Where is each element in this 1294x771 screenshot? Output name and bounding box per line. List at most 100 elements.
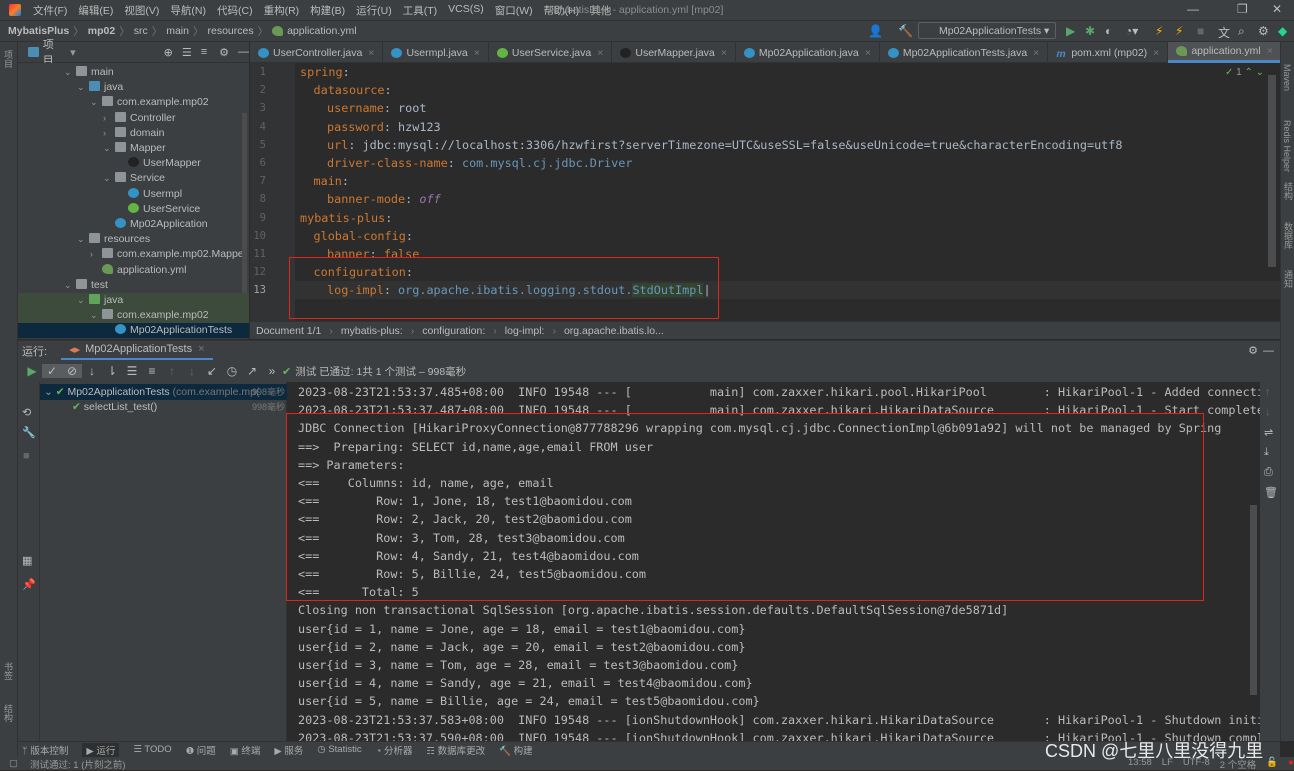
tree-item[interactable]: › com.example.mp02.Mapper	[18, 247, 249, 262]
close-tab-icon[interactable]: ×	[597, 47, 603, 59]
locate-icon[interactable]: ⊕	[164, 46, 173, 59]
run-configuration-select[interactable]: Mp02ApplicationTests ▾	[918, 22, 1056, 39]
code-line[interactable]: spring:	[300, 63, 350, 81]
console-scrollbar[interactable]	[1250, 505, 1257, 695]
translate-icon[interactable]: 文	[1218, 24, 1230, 41]
stop-icon[interactable]: ■	[23, 450, 30, 462]
tool-window-branch[interactable]: ᛘ 版本控制	[22, 743, 68, 757]
menu-item[interactable]: 重构(R)	[264, 3, 300, 18]
close-icon[interactable]: ✕	[1272, 2, 1282, 16]
chevron-down-icon[interactable]: ⌄	[103, 141, 115, 156]
code-line[interactable]: driver-class-name: com.mysql.cj.jdbc.Dri…	[300, 154, 632, 172]
hot-reload-icon[interactable]: ⚡	[1155, 24, 1163, 38]
test-class-row[interactable]: ⌄ ✔ Mp02ApplicationTests (com.example.mp…	[40, 384, 287, 400]
breadcrumb-item[interactable]: src	[134, 25, 148, 37]
expand-all-icon[interactable]: ☰	[182, 46, 192, 59]
inspection-check-icon[interactable]: ✓ 1 ⌃ ⌄	[1225, 67, 1264, 78]
breadcrumb-item[interactable]: configuration:	[422, 325, 485, 337]
chevron-down-icon[interactable]: ▾	[70, 46, 76, 59]
menu-item[interactable]: 运行(U)	[356, 3, 392, 18]
tree-item[interactable]: Mp02Application	[18, 217, 249, 232]
profile-icon[interactable]: ◔▾	[1125, 24, 1138, 38]
right-stripe-tab[interactable]: 数据库	[1282, 222, 1294, 249]
tree-item[interactable]: ⌄ java	[18, 293, 249, 308]
tool-window-services[interactable]: ▶ 服务	[274, 743, 303, 757]
close-tab-icon[interactable]: ×	[865, 47, 871, 59]
tree-item[interactable]: › domain	[18, 126, 249, 141]
close-tab-icon[interactable]: ×	[474, 47, 480, 59]
settings-gear-icon[interactable]: ⚙	[1258, 24, 1269, 38]
show-ignored-icon[interactable]: ⊘	[62, 364, 82, 378]
hide-icon[interactable]: —	[1263, 345, 1274, 357]
test-method-row[interactable]: ✔ selectList_test() 998毫秒	[40, 399, 287, 415]
collapse-all-icon[interactable]: ≡	[201, 46, 207, 58]
tree-item[interactable]: ⌄ Mapper	[18, 141, 249, 156]
close-tab-icon[interactable]: ×	[1033, 47, 1039, 59]
tool-window-terminal[interactable]: ▣ 终端	[230, 743, 261, 757]
breadcrumb-item[interactable]: log-impl:	[505, 325, 545, 337]
chevron-down-icon[interactable]: ⌄	[77, 80, 89, 95]
wrench-icon[interactable]: 🔧	[22, 426, 36, 439]
editor-tab[interactable]: m pom.xml (mp02) ×	[1048, 42, 1169, 63]
error-icon[interactable]: ●	[1288, 757, 1294, 771]
down-arrow-icon[interactable]: ↓	[1265, 406, 1271, 418]
hide-icon[interactable]: —	[238, 46, 249, 58]
code-line[interactable]: url: jdbc:mysql://localhost:3306/hzwfirs…	[300, 136, 1122, 154]
export-icon[interactable]: ↗	[242, 364, 262, 378]
tree-item[interactable]: ⌄ java	[18, 80, 249, 95]
tree-item[interactable]: UserService	[18, 202, 249, 217]
tree-item[interactable]: application.yml	[18, 263, 249, 278]
dump-threads-icon[interactable]: ⟲	[22, 406, 31, 419]
sort-alpha-icon[interactable]: ↓	[82, 364, 102, 378]
right-stripe-tab[interactable]: 通知	[1282, 270, 1294, 288]
tree-item[interactable]: ⌄ resources	[18, 232, 249, 247]
prev-failed-icon[interactable]: ↑	[162, 364, 182, 378]
editor-tab[interactable]: application.yml ×	[1168, 42, 1282, 63]
up-arrow-icon[interactable]: ↑	[1265, 386, 1271, 398]
chevron-down-icon[interactable]: ⌄	[64, 278, 76, 293]
scroll-to-end-icon[interactable]: ⤓	[1264, 446, 1269, 459]
structure-stripe-tab[interactable]: 结构	[2, 704, 15, 722]
tree-item[interactable]: UserMapper	[18, 156, 249, 171]
tool-window-database-changes[interactable]: ☶ 数据库更改	[426, 743, 485, 757]
coverage-icon[interactable]: ◐	[1105, 24, 1112, 38]
next-failed-icon[interactable]: ↓	[182, 364, 202, 378]
code-line[interactable]: mybatis-plus:	[300, 209, 392, 227]
trash-icon[interactable]: 🗑	[1264, 486, 1278, 499]
chevron-down-icon[interactable]: ⌄	[90, 95, 102, 110]
menu-item[interactable]: 窗口(W)	[495, 3, 533, 18]
soft-wrap-icon[interactable]: ⇌	[1264, 426, 1273, 439]
editor-scrollbar[interactable]	[1268, 75, 1276, 267]
tool-window-statistic[interactable]: ◷ Statistic	[317, 744, 361, 755]
tree-item[interactable]: › Controller	[18, 111, 249, 126]
debug-icon[interactable]: ✱	[1085, 24, 1095, 38]
chevron-right-icon[interactable]: ›	[90, 247, 102, 262]
show-passed-icon[interactable]: ✓	[42, 364, 62, 378]
close-tab-icon[interactable]: ×	[198, 343, 204, 355]
code-line[interactable]: global-config:	[300, 227, 413, 245]
gear-icon[interactable]: ⚙	[1248, 344, 1258, 357]
tree-item[interactable]: ⌄ Service	[18, 171, 249, 186]
pin-icon[interactable]: 📌	[22, 578, 36, 591]
plugin-icon[interactable]: ◆	[1278, 24, 1287, 38]
tool-window-build[interactable]: 🔨 构建	[499, 743, 532, 757]
minimize-icon[interactable]: —	[1187, 2, 1199, 16]
menu-item[interactable]: 构建(B)	[310, 3, 345, 18]
tool-window-problems[interactable]: ❶ 问题	[186, 743, 216, 757]
tree-item[interactable]: ⌄ com.example.mp02	[18, 95, 249, 110]
menu-item[interactable]: 视图(V)	[124, 3, 159, 18]
chevron-right-icon[interactable]: ›	[103, 111, 115, 126]
editor-tab[interactable]: Usermpl.java ×	[383, 42, 489, 63]
chevron-down-icon[interactable]: ⌄	[90, 308, 102, 323]
editor-tab[interactable]: UserController.java ×	[250, 42, 384, 63]
tree-item[interactable]: ⌄ com.example.mp02	[18, 308, 249, 324]
right-stripe-tab[interactable]: 结构	[1282, 182, 1294, 200]
project-stripe-tab[interactable]: 项目	[2, 50, 15, 68]
project-scrollbar[interactable]	[242, 113, 247, 293]
chevron-down-icon[interactable]: ⌄	[77, 232, 89, 247]
tree-item[interactable]: Mp02ApplicationTests	[18, 323, 249, 339]
menu-item[interactable]: 导航(N)	[170, 3, 206, 18]
collapse-all-icon[interactable]: ≡	[142, 364, 162, 378]
breadcrumb-item[interactable]: mp02	[88, 25, 115, 37]
breadcrumb-item[interactable]: application.yml	[287, 25, 356, 37]
